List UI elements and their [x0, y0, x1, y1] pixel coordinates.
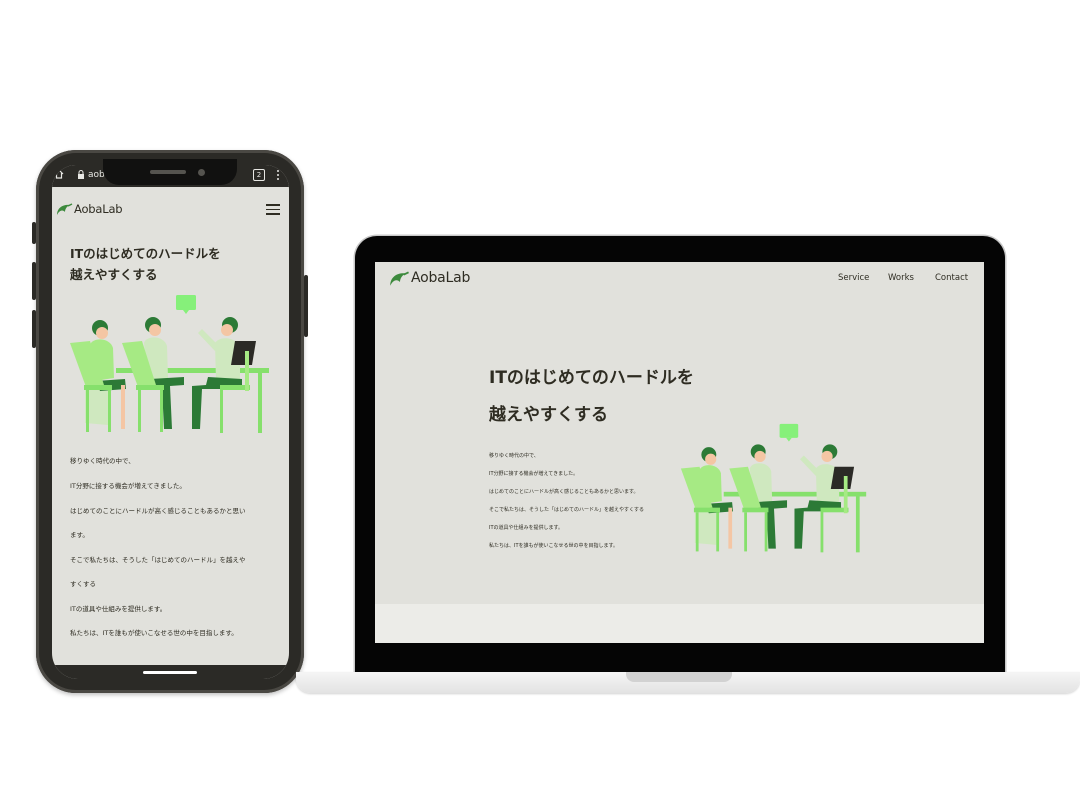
next-section-band [375, 604, 984, 643]
copy-line: はじめてのことにハードルが高く感じることもあるかと思います。 [489, 489, 639, 495]
logo-text: AobaLab [74, 202, 123, 216]
leaf-logo-icon [390, 271, 409, 286]
phone-camera [198, 169, 205, 176]
copy-line: 私たちは、ITを誰もが使いこなせる世の中を目指します。 [489, 543, 619, 549]
tab-count-icon[interactable]: 2 [253, 169, 265, 181]
copy-line: 移りゆく時代の中で、 [70, 457, 135, 465]
copy-line: 私たちは、ITを誰もが使いこなせる世の中を目指します。 [70, 629, 238, 637]
hero-title-line-1: ITのはじめてのハードルを [70, 246, 221, 261]
hero-title-line-2: 越えやすくする [70, 267, 158, 282]
hero-title-line-2: 越えやすくする [489, 405, 608, 425]
phone-screen: aob 2 AobaLab ITのはじめてのハードルを 越えやすくする 移りゆく… [52, 165, 289, 679]
tab-count: 2 [256, 171, 262, 179]
team-meeting-illustration [680, 423, 867, 553]
overflow-menu-icon[interactable] [276, 169, 280, 184]
copy-line: 移りゆく時代の中で、 [489, 453, 539, 459]
copy-line: はじめてのことにハードルが高く感じることもあるかと思い [70, 507, 246, 515]
copy-line: ITの道具や仕組みを提供します。 [70, 605, 167, 613]
phone-side-button [32, 262, 36, 300]
copy-line: そこで私たちは、そうした「はじめてのハードル」を越えやすくする [489, 507, 645, 513]
copy-line: ITの道具や仕組みを提供します。 [489, 525, 564, 531]
hero-title-line-1: ITのはじめてのハードルを [489, 368, 694, 388]
nav-service[interactable]: Service [838, 273, 869, 283]
team-meeting-illustration [70, 295, 269, 433]
copy-line: すくする [70, 580, 96, 588]
speech-bubble-icon [779, 423, 799, 442]
phone-power-button [304, 275, 308, 337]
home-indicator [143, 671, 197, 674]
copy-line: ます。 [70, 531, 89, 539]
phone-side-button [32, 222, 36, 244]
leaf-logo-icon [57, 203, 73, 215]
laptop-screen: AobaLab Service Works Contact ITのはじめてのハー… [375, 262, 984, 643]
hamburger-menu-icon[interactable] [266, 204, 280, 215]
laptop-opening-notch [626, 672, 732, 682]
phone-speaker [150, 170, 186, 174]
lock-icon [77, 170, 85, 182]
logo-text: AobaLab [411, 270, 471, 286]
copy-line: IT分野に接する機会が増えてきました。 [70, 482, 186, 490]
copy-line: そこで私たちは、そうした「はじめてのハードル」を越えや [70, 556, 246, 564]
copy-line: IT分野に接する機会が増えてきました。 [489, 471, 579, 477]
nav-works[interactable]: Works [888, 273, 914, 283]
phone-side-button [32, 310, 36, 348]
speech-bubble-icon [176, 295, 196, 314]
home-icon[interactable] [54, 169, 64, 182]
nav-contact[interactable]: Contact [935, 273, 968, 283]
